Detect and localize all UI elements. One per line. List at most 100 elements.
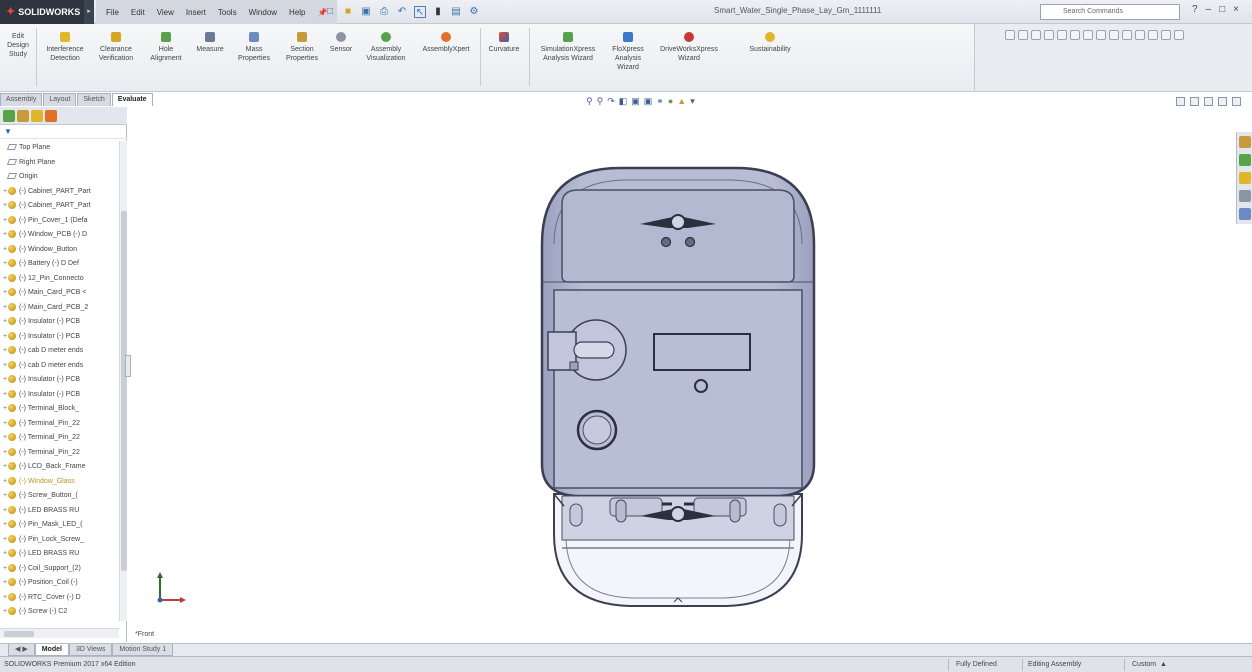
- configurationmanager-tab-icon[interactable]: [31, 110, 43, 122]
- expand-icon[interactable]: +: [0, 228, 8, 242]
- expand-icon[interactable]: +: [0, 185, 8, 199]
- expand-icon[interactable]: +: [0, 373, 8, 387]
- view-orientation-icon[interactable]: ▣: [631, 96, 640, 107]
- search-commands-input[interactable]: Search Commands: [1040, 4, 1180, 20]
- assembly-visualization-button[interactable]: Assembly Visualization: [358, 32, 414, 63]
- expand-icon[interactable]: +: [0, 533, 8, 547]
- logo-arrow-icon[interactable]: ▸: [84, 0, 94, 24]
- view-normal-icon[interactable]: [1122, 30, 1132, 40]
- file-properties-icon[interactable]: ▤: [450, 6, 462, 18]
- tree-horizontal-scrollbar[interactable]: [0, 628, 119, 638]
- section-view-icon[interactable]: ◧: [619, 96, 628, 107]
- tree-item[interactable]: + (-) Coil_Support_(2): [0, 562, 127, 577]
- tree-item[interactable]: + (-) Main_Card_PCB_2: [0, 301, 127, 316]
- graphics-area-model[interactable]: [540, 164, 816, 612]
- display-style-icon[interactable]: ▣: [644, 96, 653, 107]
- view-single-icon[interactable]: [1135, 30, 1145, 40]
- resources-tab-icon[interactable]: [1239, 136, 1251, 148]
- expand-icon[interactable]: +: [0, 257, 8, 271]
- tree-item[interactable]: + (-) Position_Coil (-): [0, 576, 127, 591]
- tab-assembly[interactable]: Assembly: [0, 93, 43, 106]
- tab-motion-study[interactable]: Motion Study 1: [112, 644, 174, 656]
- expand-icon[interactable]: +: [0, 576, 8, 590]
- tree-item[interactable]: + (-) Terminal_Pin_22: [0, 431, 127, 446]
- sensor-button[interactable]: Sensor: [326, 32, 356, 54]
- view-right-icon[interactable]: [1044, 30, 1054, 40]
- print-icon[interactable]: ⎙: [378, 6, 390, 18]
- view-two-icon[interactable]: [1148, 30, 1158, 40]
- expand-icon[interactable]: +: [0, 359, 8, 373]
- view-front-icon[interactable]: [1005, 30, 1015, 40]
- tree-item[interactable]: + (-) RTC_Cover (-) D: [0, 591, 127, 606]
- view-dimetric-icon[interactable]: [1109, 30, 1119, 40]
- units-dropdown-icon[interactable]: ▲: [1160, 657, 1167, 672]
- tree-item[interactable]: + (-) Terminal_Pin_22: [0, 446, 127, 461]
- apply-scene-icon[interactable]: ▲: [677, 96, 686, 107]
- view-iso-icon[interactable]: [1083, 30, 1093, 40]
- bottom-nav-icons[interactable]: ◀ ▶: [8, 644, 35, 656]
- menu-view[interactable]: View: [151, 8, 180, 17]
- design-library-tab-icon[interactable]: [1239, 154, 1251, 166]
- expand-icon[interactable]: +: [0, 344, 8, 358]
- curvature-button[interactable]: Curvature: [483, 32, 525, 54]
- dimxpert-tab-icon[interactable]: [45, 110, 57, 122]
- tab-model[interactable]: Model: [34, 644, 69, 656]
- close-icon[interactable]: ×: [1233, 4, 1239, 15]
- doc-close-icon[interactable]: [1232, 97, 1241, 106]
- hole-alignment-button[interactable]: Hole Alignment: [144, 32, 188, 63]
- tree-vertical-scrollbar[interactable]: [119, 141, 127, 621]
- tree-item[interactable]: + (-) Pin_Mask_LED_(: [0, 518, 127, 533]
- doc-tile-icon[interactable]: [1190, 97, 1199, 106]
- expand-icon[interactable]: +: [0, 330, 8, 344]
- select-icon[interactable]: ↖: [414, 6, 426, 18]
- hide-show-icon[interactable]: ⚭: [656, 96, 664, 107]
- rebuild-icon[interactable]: ▮: [432, 6, 444, 18]
- view-bottom-icon[interactable]: [1070, 30, 1080, 40]
- edit-design-study-button[interactable]: Edit Design Study: [6, 32, 30, 59]
- menu-help[interactable]: Help: [283, 8, 311, 17]
- tree-item[interactable]: + (-) Window_PCB (-) D: [0, 228, 127, 243]
- expand-icon[interactable]: +: [0, 547, 8, 561]
- expand-icon[interactable]: +: [0, 591, 8, 605]
- expand-icon[interactable]: +: [0, 431, 8, 445]
- new-icon[interactable]: □: [324, 6, 336, 18]
- menu-insert[interactable]: Insert: [180, 8, 212, 17]
- menu-tools[interactable]: Tools: [212, 8, 243, 17]
- tab-layout[interactable]: Layout: [43, 93, 77, 106]
- expand-icon[interactable]: +: [0, 402, 8, 416]
- view-link-icon[interactable]: [1174, 30, 1184, 40]
- view-settings-icon[interactable]: ▾: [690, 96, 695, 107]
- file-explorer-tab-icon[interactable]: [1239, 172, 1251, 184]
- section-properties-button[interactable]: Section Properties: [280, 32, 324, 63]
- tree-item[interactable]: + (-) Insulator (-) PCB: [0, 373, 127, 388]
- expand-icon[interactable]: +: [0, 504, 8, 518]
- tree-item[interactable]: + (-) LCD_Back_Frame: [0, 460, 127, 475]
- undo-icon[interactable]: ↶: [396, 6, 408, 18]
- tree-item[interactable]: Origin: [0, 170, 127, 185]
- menu-window[interactable]: Window: [243, 8, 283, 17]
- doc-restore-icon[interactable]: [1176, 97, 1185, 106]
- expand-icon[interactable]: +: [0, 562, 8, 576]
- expand-icon[interactable]: +: [0, 446, 8, 460]
- minimize-icon[interactable]: –: [1206, 4, 1212, 15]
- view-four-icon[interactable]: [1161, 30, 1171, 40]
- tree-item[interactable]: + (-) Pin_Cover_1 (Defa: [0, 214, 127, 229]
- tree-item[interactable]: + (-) Screw (-) C2: [0, 605, 127, 620]
- tree-item[interactable]: + (-) LED BRASS RU: [0, 547, 127, 562]
- view-top-icon[interactable]: [1057, 30, 1067, 40]
- mass-properties-button[interactable]: Mass Properties: [232, 32, 276, 63]
- menu-edit[interactable]: Edit: [125, 8, 151, 17]
- floxpress-button[interactable]: FloXpress Analysis Wizard: [606, 32, 650, 72]
- tree-item[interactable]: + (-) cab D meter ends: [0, 359, 127, 374]
- expand-icon[interactable]: +: [0, 272, 8, 286]
- appearances-tab-icon[interactable]: [1239, 208, 1251, 220]
- sustainability-button[interactable]: Sustainability: [738, 32, 802, 54]
- tree-item[interactable]: + (-) Window_Glass: [0, 475, 127, 490]
- expand-icon[interactable]: +: [0, 315, 8, 329]
- tab-evaluate[interactable]: Evaluate: [111, 93, 153, 106]
- restore-icon[interactable]: □: [1219, 4, 1225, 15]
- menu-file[interactable]: File: [100, 8, 125, 17]
- tree-item[interactable]: + (-) 12_Pin_Connecto: [0, 272, 127, 287]
- driveworksxpress-button[interactable]: DriveWorksXpress Wizard: [652, 32, 726, 63]
- tree-item[interactable]: + (-) Insulator (-) PCB: [0, 315, 127, 330]
